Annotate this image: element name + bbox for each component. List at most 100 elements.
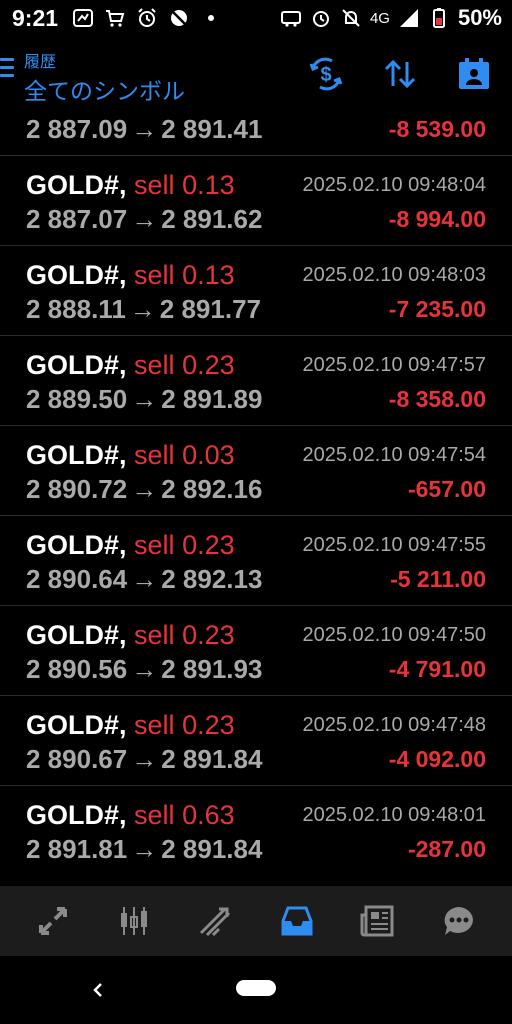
profit: -7 235.00 xyxy=(388,296,486,322)
bottom-nav xyxy=(0,886,512,956)
menu-icon[interactable] xyxy=(0,58,14,80)
nav-chat[interactable] xyxy=(431,893,487,949)
currency-exchange-icon: $ xyxy=(309,57,343,91)
close-time: 2025.02.10 09:47:57 xyxy=(302,354,486,376)
volume: 0.03 xyxy=(182,440,235,470)
nav-quotes[interactable] xyxy=(25,893,81,949)
news-icon xyxy=(360,905,394,937)
status-bar: 9:21 4G 50% xyxy=(0,0,512,36)
close-price: 2 891.89 xyxy=(161,384,263,414)
nav-trade[interactable] xyxy=(187,893,243,949)
trade-history-list[interactable]: 2 887.09 → 2 891.41 -8 539.00 GOLD#, sell … xyxy=(0,106,512,886)
volume: 0.23 xyxy=(182,350,235,380)
blocked-icon xyxy=(168,7,190,29)
open-price: 2 890.64 xyxy=(26,564,128,594)
side: sell xyxy=(134,800,175,830)
side: sell xyxy=(134,350,175,380)
system-nav xyxy=(0,956,512,1024)
calendar-button[interactable] xyxy=(454,54,494,94)
mute-icon xyxy=(340,7,362,29)
volume: 0.23 xyxy=(182,620,235,650)
close-time: 2025.02.10 09:47:50 xyxy=(302,624,486,646)
nav-history[interactable] xyxy=(269,893,325,949)
nav-chart[interactable] xyxy=(106,893,162,949)
side: sell xyxy=(134,530,175,560)
side: sell xyxy=(134,620,175,650)
profit: -657.00 xyxy=(407,476,486,502)
side: sell xyxy=(134,440,175,470)
app-notification-icon xyxy=(72,7,94,29)
home-pill[interactable] xyxy=(236,980,276,996)
volume: 0.23 xyxy=(182,710,235,740)
notification-icons xyxy=(72,7,222,29)
open-price: 2 890.56 xyxy=(26,654,128,684)
chat-icon xyxy=(444,907,474,935)
close-time: 2025.02.10 09:48:03 xyxy=(302,264,486,286)
volume: 0.13 xyxy=(182,260,235,290)
volume: 0.63 xyxy=(182,800,235,830)
close-price: 2 891.41 xyxy=(161,114,263,144)
open-price: 2 887.09 xyxy=(26,114,128,144)
trade-row[interactable]: GOLD#, sell 0.13 2 887.07 → 2 891.62 2025.… xyxy=(0,156,512,246)
close-price: 2 891.84 xyxy=(161,834,263,864)
profit: -4 791.00 xyxy=(388,656,486,682)
symbol-filter-title[interactable]: 全てのシンボル xyxy=(24,72,185,106)
symbol: GOLD#, xyxy=(26,800,127,830)
open-price: 2 891.81 xyxy=(26,834,128,864)
trade-row[interactable]: GOLD#, sell 0.13 2 888.11 → 2 891.77 2025.… xyxy=(0,246,512,336)
close-price: 2 891.84 xyxy=(161,744,263,774)
trade-row[interactable]: GOLD#, sell 0.23 2 889.50 → 2 891.89 2025.… xyxy=(0,336,512,426)
currency-exchange-button[interactable]: $ xyxy=(306,54,346,94)
close-price: 2 892.16 xyxy=(161,474,263,504)
volume: 0.23 xyxy=(182,530,235,560)
close-time: 2025.02.10 09:48:04 xyxy=(302,174,486,196)
profit: -5 211.00 xyxy=(390,566,486,592)
trade-row[interactable]: GOLD#, sell 0.23 2 890.64 → 2 892.13 2025.… xyxy=(0,516,512,606)
trade-icon xyxy=(200,907,231,937)
close-time: 2025.02.10 09:47:48 xyxy=(302,714,486,736)
nav-news[interactable] xyxy=(350,893,406,949)
profit: -8 358.00 xyxy=(388,386,486,412)
cart-icon xyxy=(104,7,126,29)
arrow-icon: → xyxy=(129,294,156,324)
profit: -287.00 xyxy=(407,836,486,862)
close-time: 2025.02.10 09:47:55 xyxy=(302,534,486,556)
arrow-icon: → xyxy=(131,114,158,144)
arrow-icon: → xyxy=(131,834,158,864)
history-icon xyxy=(281,906,313,936)
back-icon[interactable] xyxy=(88,978,108,1002)
vpn-icon xyxy=(280,7,302,29)
arrow-icon: → xyxy=(131,384,158,414)
profit: -4 092.00 xyxy=(388,746,486,772)
open-price: 2 890.67 xyxy=(26,744,128,774)
symbol: GOLD#, xyxy=(26,170,127,200)
trade-row[interactable]: GOLD#, sell 0.03 2 890.72 → 2 892.16 2025.… xyxy=(0,426,512,516)
chart-icon xyxy=(120,907,147,935)
side: sell xyxy=(134,260,175,290)
volume: 0.13 xyxy=(182,170,235,200)
sort-button[interactable] xyxy=(380,54,420,94)
dot-icon xyxy=(200,7,222,29)
status-time: 9:21 xyxy=(12,4,59,31)
symbol: GOLD#, xyxy=(26,260,127,290)
price-range: 2 887.09 → 2 891.41 xyxy=(26,114,262,145)
symbol: GOLD#, xyxy=(26,620,127,650)
side: sell xyxy=(134,170,175,200)
open-price: 2 889.50 xyxy=(26,384,128,414)
close-price: 2 891.62 xyxy=(161,204,263,234)
symbol: GOLD#, xyxy=(26,710,127,740)
network-label: 4G xyxy=(369,9,390,27)
trade-row[interactable]: GOLD#, sell 0.63 2 891.81 → 2 891.84 2025.… xyxy=(0,786,512,876)
open-price: 2 887.07 xyxy=(26,204,128,234)
battery-percent: 50% xyxy=(457,5,502,30)
profit: -8 539.00 xyxy=(388,116,486,142)
close-price: 2 892.13 xyxy=(161,564,263,594)
trade-row[interactable]: GOLD#, sell 0.23 2 890.67 → 2 891.84 2025.… xyxy=(0,696,512,786)
alarm-status-icon xyxy=(310,7,332,29)
calendar-icon xyxy=(459,58,489,89)
close-price: 2 891.93 xyxy=(161,654,263,684)
side: sell xyxy=(134,710,175,740)
trade-row-partial[interactable]: 2 887.09 → 2 891.41 -8 539.00 xyxy=(0,106,512,156)
trade-row[interactable]: GOLD#, sell 0.23 2 890.56 → 2 891.93 2025.… xyxy=(0,606,512,696)
open-price: 2 888.11 xyxy=(26,294,126,324)
